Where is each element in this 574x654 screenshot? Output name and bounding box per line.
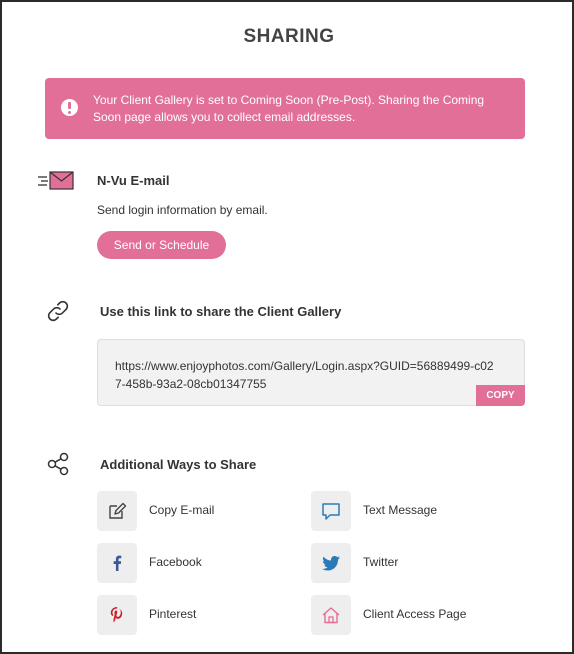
share-link-box[interactable]: https://www.enjoyphotos.com/Gallery/Logi… — [97, 339, 525, 406]
share-facebook[interactable]: Facebook — [97, 543, 297, 583]
link-icon — [47, 300, 69, 322]
coming-soon-alert: Your Client Gallery is set to Coming Soo… — [45, 78, 525, 139]
share-label: Twitter — [363, 555, 399, 569]
pinterest-icon — [97, 595, 137, 635]
exclamation-icon — [61, 99, 78, 116]
edit-icon — [97, 491, 137, 531]
share-label: Pinterest — [149, 607, 197, 621]
send-or-schedule-button[interactable]: Send or Schedule — [97, 231, 226, 259]
email-description: Send login information by email. — [97, 203, 268, 217]
share-text-message[interactable]: Text Message — [311, 491, 511, 531]
alert-text: Your Client Gallery is set to Coming Soo… — [93, 93, 485, 124]
page-title: SHARING — [243, 26, 335, 47]
share-pinterest[interactable]: Pinterest — [97, 595, 297, 635]
share-client-access-page[interactable]: Client Access Page — [311, 595, 511, 635]
share-link-url[interactable]: https://www.enjoyphotos.com/Gallery/Logi… — [115, 357, 495, 393]
sharing-panel: SHARING Your Client Gallery is set to Co… — [0, 0, 574, 654]
chat-icon — [311, 491, 351, 531]
envelope-icon — [38, 171, 74, 190]
home-icon — [311, 595, 351, 635]
facebook-icon — [97, 543, 137, 583]
additional-section-title: Additional Ways to Share — [100, 457, 257, 472]
share-copy-email[interactable]: Copy E-mail — [97, 491, 297, 531]
share-icon — [47, 452, 69, 476]
share-label: Copy E-mail — [149, 503, 215, 517]
share-label: Text Message — [363, 503, 438, 517]
email-section-title: N-Vu E-mail — [97, 173, 170, 188]
copy-link-button[interactable]: COPY — [476, 385, 525, 406]
link-section-title: Use this link to share the Client Galler… — [100, 304, 342, 319]
share-label: Client Access Page — [363, 607, 467, 621]
twitter-icon — [311, 543, 351, 583]
share-twitter[interactable]: Twitter — [311, 543, 511, 583]
share-label: Facebook — [149, 555, 202, 569]
